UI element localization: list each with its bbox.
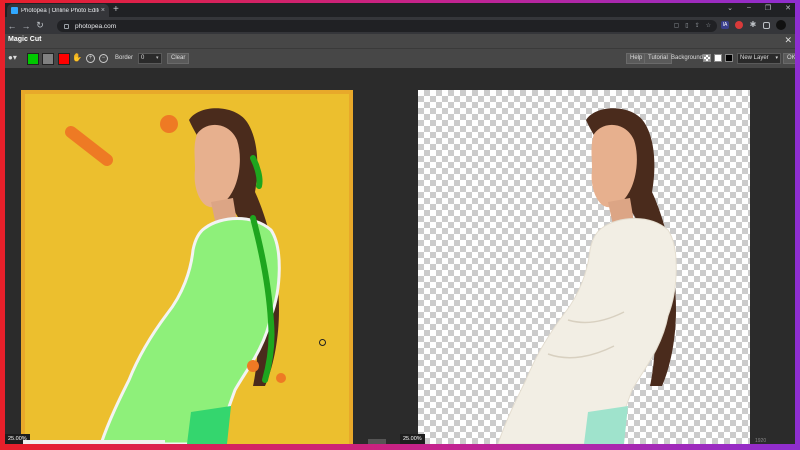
back-button[interactable]: ← (5, 21, 19, 31)
unknown-swatch[interactable] (42, 53, 54, 65)
new-tab-button[interactable]: + (113, 4, 119, 15)
clear-button[interactable]: Clear (167, 53, 190, 64)
address-row: ← → ↻ photopea.com ▢ ▯ ⇪ ☆ IA ✱ ⋮ (5, 17, 795, 34)
side-panel-icon[interactable] (763, 21, 770, 29)
site-info-icon[interactable] (64, 23, 69, 29)
dialog-close-icon[interactable]: ✕ (784, 35, 792, 46)
orange-dot-3 (276, 373, 286, 383)
background-swatch[interactable] (58, 53, 70, 65)
cutout-figure (497, 108, 677, 444)
bg-black-option[interactable] (725, 54, 733, 62)
tab-strip: Photopea | Online Photo Editor × + ⌄ – ❐… (5, 3, 795, 17)
foreground-swatch[interactable] (27, 53, 39, 65)
skirt-mask (187, 406, 231, 444)
chevron-down-icon: ▾ (775, 55, 778, 61)
url-text: photopea.com (75, 22, 117, 30)
orange-dot-1 (160, 115, 178, 133)
right-zoom-indicator: 25.00% (400, 434, 425, 444)
close-window-button[interactable]: ✕ (785, 4, 791, 12)
red-extension-icon[interactable] (735, 21, 743, 29)
left-horizontal-scrollbar[interactable] (23, 440, 165, 444)
output-layer-select[interactable]: New Layer ▾ (737, 53, 781, 64)
tab-photopea[interactable]: Photopea | Online Photo Editor × (7, 4, 109, 17)
reload-button[interactable]: ↻ (33, 20, 47, 31)
extensions-puzzle-icon[interactable]: ✱ (749, 21, 757, 29)
source-canvas[interactable] (21, 90, 353, 444)
photopea-favicon-icon (11, 7, 18, 14)
profile-avatar[interactable] (776, 20, 786, 30)
restore-button[interactable]: ❐ (765, 4, 771, 12)
forward-button[interactable]: → (19, 21, 33, 31)
workspace: 25.00% 25.00% 1920 (5, 68, 795, 444)
hand-tool-icon[interactable]: ✋ (72, 53, 82, 62)
preview-canvas (418, 90, 750, 444)
border-spinner-icon[interactable]: ▾ (156, 55, 159, 61)
chrome-menu-icon[interactable]: ⋮ (792, 21, 795, 29)
extensions-area: IA ✱ ⋮ (721, 20, 795, 30)
orange-stroke-1 (65, 126, 113, 166)
bg-white-option[interactable] (714, 54, 722, 62)
page-indicator: 1920 (755, 438, 767, 444)
window-controls: ⌄ – ❐ ✕ (727, 4, 791, 12)
brush-dropdown-icon[interactable]: ●▾ (8, 53, 17, 62)
brush-cursor (319, 339, 326, 346)
omnibox-actions: ▢ ▯ ⇪ ☆ (674, 22, 711, 29)
tab-search-icon[interactable]: ⌄ (727, 4, 733, 12)
bg-transparent-option[interactable] (703, 54, 711, 62)
background-label: Background: (671, 55, 705, 61)
minimize-button[interactable]: – (747, 4, 751, 12)
zoom-in-icon[interactable]: + (86, 54, 95, 63)
annotated-figure (65, 108, 286, 444)
orange-dot-2 (247, 360, 259, 372)
border-label: Border (115, 55, 134, 61)
output-layer-value: New Layer (740, 55, 769, 61)
tab-close-icon[interactable]: × (101, 7, 105, 14)
document-icon[interactable]: ▯ (685, 22, 688, 29)
dialog-title: Magic Cut (8, 36, 42, 43)
cutout-blouse (497, 218, 677, 444)
tutorial-button[interactable]: Tutorial (644, 53, 672, 64)
ia-extension-icon[interactable]: IA (721, 21, 729, 29)
cast-icon[interactable]: ▢ (674, 22, 680, 29)
bookmark-star-icon[interactable]: ☆ (706, 22, 711, 29)
ok-button[interactable]: OK (783, 53, 795, 64)
zoom-out-icon[interactable]: − (99, 54, 108, 63)
address-bar[interactable]: photopea.com ▢ ▯ ⇪ ☆ (57, 20, 717, 32)
cutout-skirt (584, 406, 628, 444)
splitter-handle[interactable] (368, 439, 386, 444)
screen: Photopea | Online Photo Editor × + ⌄ – ❐… (5, 3, 795, 444)
green-body-mask (99, 217, 281, 444)
tab-title: Photopea | Online Photo Editor (21, 7, 99, 14)
share-icon[interactable]: ⇪ (695, 22, 700, 29)
magic-cut-titlebar: Magic Cut ✕ (5, 34, 795, 48)
magic-cut-toolbar: ●▾ ✋ + − Border 0 ▾ Clear Help Tutorial … (5, 48, 795, 68)
